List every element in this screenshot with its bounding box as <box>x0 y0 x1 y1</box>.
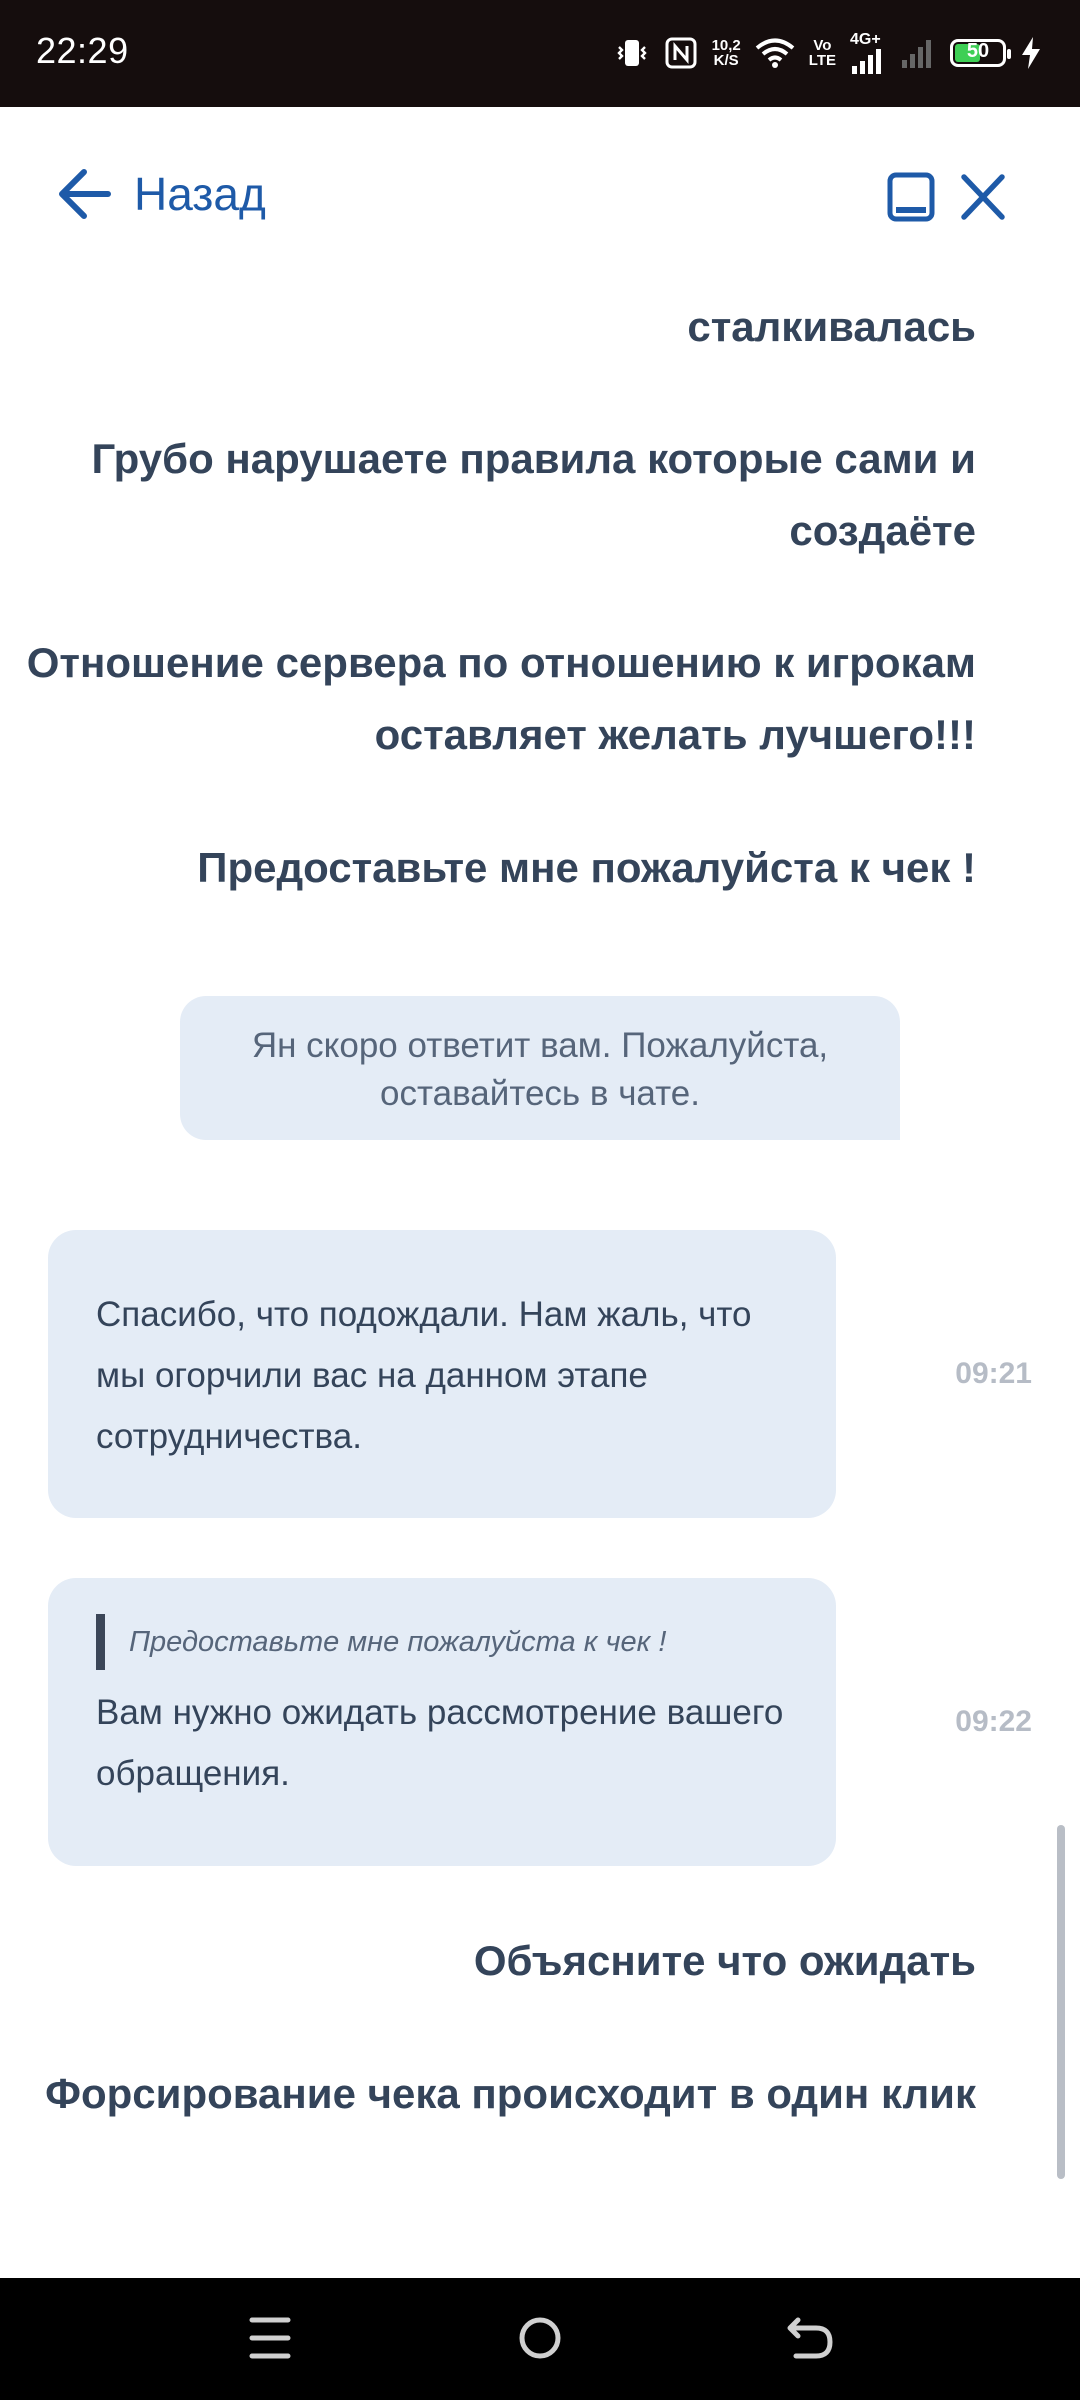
chat-header: Назад <box>0 107 1080 287</box>
minimize-icon <box>887 172 935 222</box>
system-note: Ян скоро ответит вам. Пожалуйста, остава… <box>180 996 900 1140</box>
user-message: Объясните что ожидать <box>473 1937 976 1984</box>
user-message: Форсирование чека происходит в один клик <box>45 2070 976 2117</box>
back-label: Назад <box>134 168 266 220</box>
menu-icon <box>249 2317 291 2359</box>
signal-icon: 4G+ <box>850 32 886 74</box>
close-icon <box>961 174 1005 220</box>
quoted-message: Предоставьте мне пожалуйста к чек ! <box>96 1614 788 1670</box>
battery-level: 50 <box>966 40 990 62</box>
agent-message: Предоставьте мне пожалуйста к чек ! Вам … <box>48 1578 836 1866</box>
close-button[interactable] <box>958 171 1008 228</box>
home-icon <box>519 2317 561 2359</box>
agent-message: Спасибо, что подождали. Нам жаль, что мы… <box>48 1230 836 1518</box>
user-message: Предоставьте мне пожалуйста к чек ! <box>197 844 976 891</box>
network-type: 4G+ <box>850 31 881 48</box>
message-time: 09:22 <box>955 1705 1032 1738</box>
signal-empty-icon <box>900 38 936 68</box>
back-arrow-icon <box>59 169 111 219</box>
volte-indicator: Vo LTE <box>809 38 836 68</box>
volte-bottom: LTE <box>808 52 836 69</box>
chat-scrollbar[interactable] <box>1057 1825 1065 2179</box>
menu-button[interactable] <box>248 2308 292 2373</box>
nfc-icon <box>664 36 698 70</box>
user-message: сталкивалась <box>687 303 976 350</box>
minimize-button[interactable] <box>886 171 936 228</box>
chat-area[interactable]: сталкивалась Грубо нарушаете правила кот… <box>0 287 1080 2278</box>
back-button[interactable]: Назад <box>56 167 266 221</box>
status-icons: 10,2 K/S Vo LTE 4G+ 50 <box>614 28 1042 78</box>
agent-message-text: Вам нужно ожидать рассмотрение вашего об… <box>96 1693 784 1793</box>
wifi-icon <box>755 37 795 69</box>
message-time: 09:21 <box>955 1357 1032 1390</box>
home-button[interactable] <box>518 2308 562 2373</box>
user-message: Отношение сервера по отношению к игрокам… <box>26 639 976 758</box>
back-nav-button[interactable] <box>786 2308 836 2373</box>
status-time: 22:29 <box>36 30 129 71</box>
status-bar: 22:29 10,2 K/S Vo LTE 4G+ 50 <box>0 0 1080 107</box>
back-icon <box>787 2317 833 2359</box>
agent-message-text: Спасибо, что подождали. Нам жаль, что мы… <box>96 1295 752 1456</box>
user-message: Грубо нарушаете правила которые сами и с… <box>91 435 976 554</box>
net-speed: 10,2 K/S <box>712 38 741 68</box>
battery-icon: 50 <box>950 39 1011 67</box>
navigation-bar <box>0 2278 1080 2400</box>
vibrate-icon <box>614 35 650 71</box>
charging-icon <box>1020 36 1042 70</box>
net-speed-unit: K/S <box>713 52 739 69</box>
